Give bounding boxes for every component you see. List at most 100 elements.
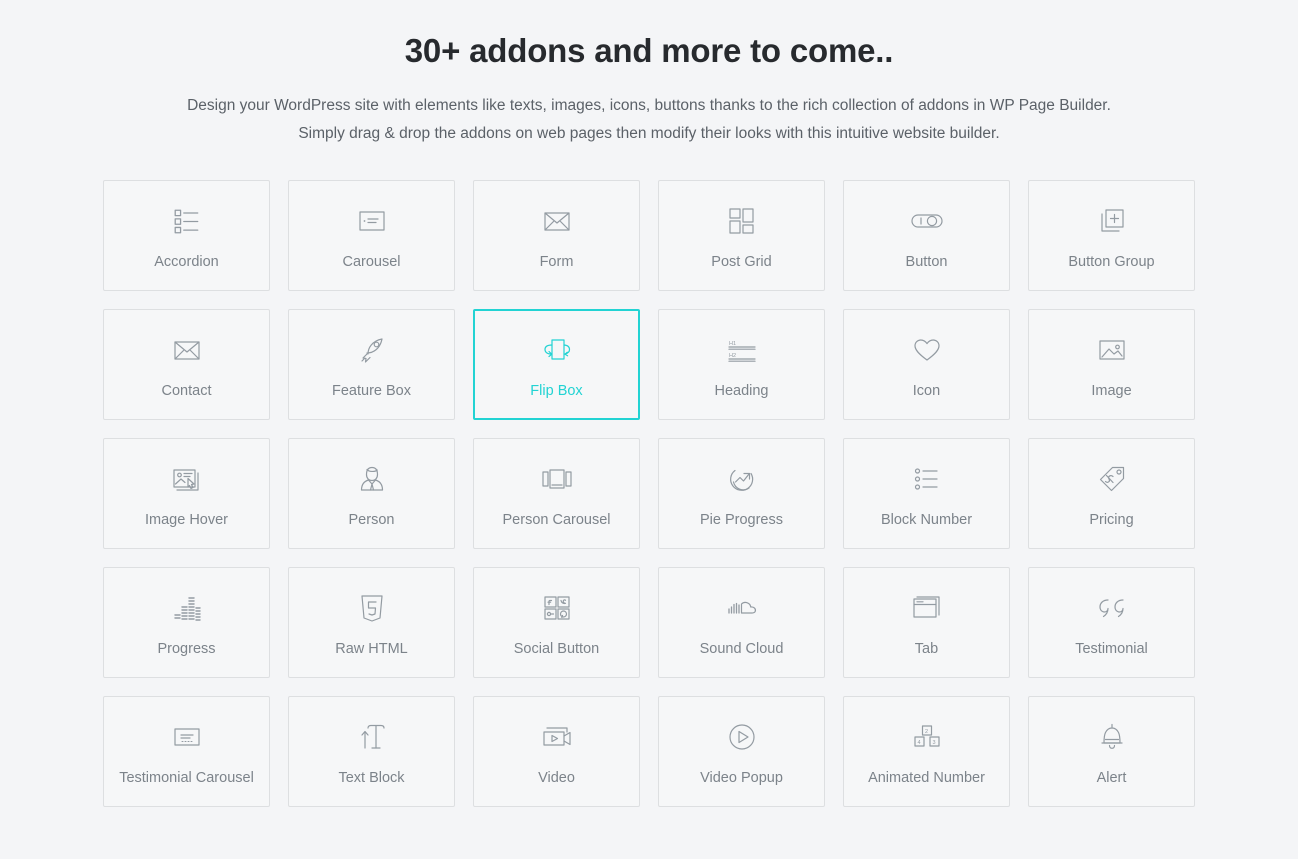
addon-card[interactable]: Accordion [103,180,270,291]
addon-card-label: Social Button [513,640,600,657]
equalizer-bars-icon [172,588,202,628]
addon-card[interactable]: Person [288,438,455,549]
addon-card-label: Block Number [880,511,973,528]
addon-card[interactable]: Video Popup [658,696,825,807]
addon-card-label: Text Block [338,769,405,786]
addon-card-label: Heading [714,382,769,399]
quote-marks-icon [1096,588,1128,628]
addon-card-label: Animated Number [868,769,985,786]
heart-icon [912,330,942,370]
bell-icon [1098,717,1126,757]
addon-card[interactable]: Pricing [1028,438,1195,549]
stacked-plus-icon [1098,201,1126,241]
addon-card[interactable]: Button [843,180,1010,291]
addon-card[interactable]: Person Carousel [473,438,640,549]
addon-card[interactable]: Carousel [288,180,455,291]
page-header: 30+ addons and more to come.. Design you… [0,0,1298,148]
flip-box-icon [541,330,573,370]
addon-card-label: Tab [914,640,939,657]
svg-text:H2: H2 [729,353,736,359]
svg-text:3: 3 [932,739,935,745]
addon-card-label: Progress [157,640,216,657]
heading-h1-h2-icon: H1 H2 [725,330,759,370]
tab-windows-icon [912,588,942,628]
addon-card-label: Post Grid [711,253,772,270]
addon-card[interactable]: Alert [1028,696,1195,807]
envelope-icon [172,330,202,370]
addon-card-label: Form [539,253,574,270]
soundcloud-icon [726,588,758,628]
play-circle-icon [727,717,757,757]
price-tag-icon [1097,459,1127,499]
addon-card-label: Raw HTML [335,640,408,657]
addon-card[interactable]: Testimonial Carousel [103,696,270,807]
addon-card[interactable]: Testimonial [1028,567,1195,678]
addon-card-label: Pie Progress [699,511,783,528]
addon-card[interactable]: Text Block [288,696,455,807]
addon-card-label: Contact [161,382,212,399]
picture-frame-icon [1097,330,1127,370]
addon-card-label: Testimonial [1075,640,1148,657]
addon-card[interactable]: Progress [103,567,270,678]
carousel-slide-icon [357,201,387,241]
addon-card[interactable]: Form [473,180,640,291]
addon-card[interactable]: Video [473,696,640,807]
addon-card[interactable]: Image [1028,309,1195,420]
addon-card-label: Person Carousel [502,511,611,528]
rocket-icon [357,330,387,370]
addon-card-label: Alert [1096,769,1127,786]
page-title: 30+ addons and more to come.. [404,32,894,69]
image-cursor-icon [172,459,202,499]
addon-card-label: Image [1091,382,1132,399]
grid-blocks-icon [728,201,756,241]
addon-card-label: Accordion [154,253,219,270]
addon-card[interactable]: Tab [843,567,1010,678]
addon-card[interactable]: Pie Progress [658,438,825,549]
page-subtitle: Design your WordPress site with elements… [187,97,1111,142]
addon-card[interactable]: Button Group [1028,180,1195,291]
html5-shield-icon [359,588,385,628]
addon-card[interactable]: Sound Cloud [658,567,825,678]
envelope-icon [542,201,572,241]
svg-text:2: 2 [925,728,928,734]
addon-card[interactable]: Block Number [843,438,1010,549]
addon-card-label: Video [538,769,575,786]
text-cursor-t-icon [357,717,387,757]
toggle-switch-icon [910,201,944,241]
video-camera-icon [541,717,573,757]
addon-card-label: Image Hover [144,511,228,528]
accordion-list-icon [172,201,202,241]
addon-card[interactable]: 2 4 3 Animated Number [843,696,1010,807]
quote-slide-icon [172,717,202,757]
social-grid-icon [543,588,571,628]
svg-text:H1: H1 [729,341,736,347]
addon-card-label: Button Group [1068,253,1155,270]
person-bust-icon [358,459,386,499]
addon-card[interactable]: Post Grid [658,180,825,291]
addon-card[interactable]: Contact [103,309,270,420]
number-blocks-icon: 2 4 3 [912,717,942,757]
addon-card-label: Pricing [1089,511,1134,528]
addon-card[interactable]: Image Hover [103,438,270,549]
addon-card-label: Button [905,253,948,270]
addon-card-label: Sound Cloud [699,640,784,657]
svg-text:4: 4 [917,739,920,745]
addon-card-label: Icon [912,382,941,399]
addon-card[interactable]: Feature Box [288,309,455,420]
addon-card[interactable]: Icon [843,309,1010,420]
addons-grid: Accordion Carousel Form Post Grid Button… [103,180,1195,807]
addon-card-label: Feature Box [332,382,411,399]
addon-card[interactable]: Social Button [473,567,640,678]
addon-card-label: Testimonial Carousel [119,769,254,786]
addon-card-label: Person [348,511,395,528]
addon-card-label: Flip Box [530,382,583,399]
addon-card-label: Video Popup [700,769,783,786]
film-frames-icon [541,459,573,499]
addon-card-label: Carousel [342,253,401,270]
addon-card[interactable]: Raw HTML [288,567,455,678]
addon-card[interactable]: Flip Box [473,309,640,420]
bullet-list-icon [913,459,941,499]
addon-card[interactable]: H1 H2 Heading [658,309,825,420]
circle-arrow-chart-icon [727,459,757,499]
addons-showcase-page: 30+ addons and more to come.. Design you… [0,0,1298,859]
